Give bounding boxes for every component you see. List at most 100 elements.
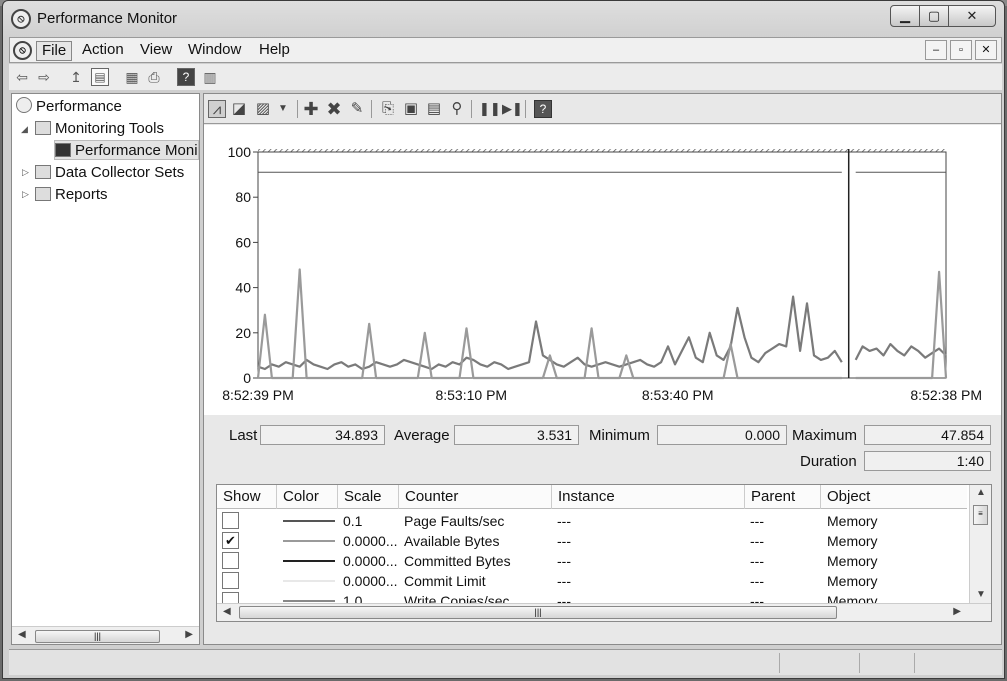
status-bar bbox=[9, 649, 1002, 675]
view-current-activity-icon[interactable]: ◪ bbox=[230, 100, 248, 118]
show-checkbox[interactable]: ✔ bbox=[222, 532, 239, 549]
performance-monitor-app-icon[interactable]: ⦸ bbox=[11, 9, 31, 29]
average-value: 3.531 bbox=[454, 425, 579, 445]
performance-icon bbox=[16, 97, 32, 113]
add-counter-icon[interactable]: ✚ bbox=[302, 100, 320, 118]
show-checkbox[interactable] bbox=[222, 552, 239, 569]
minimize-button[interactable]: ▁ bbox=[890, 5, 920, 27]
column-parent[interactable]: Parent bbox=[745, 485, 821, 509]
folder-icon bbox=[35, 121, 51, 135]
update-data-icon[interactable]: ▶❚ bbox=[502, 100, 523, 118]
counter-row[interactable]: 0.0000... Committed Bytes --- --- Memory bbox=[217, 551, 967, 571]
counter-list-vertical-scrollbar[interactable]: ▲ ≡ ▼ bbox=[969, 485, 991, 603]
show-checkbox[interactable] bbox=[222, 572, 239, 589]
tree-horizontal-scrollbar[interactable]: ◀ ||| ▶ bbox=[12, 626, 199, 644]
column-object[interactable]: Object bbox=[821, 485, 967, 509]
column-counter[interactable]: Counter bbox=[399, 485, 552, 509]
tree-item-performance-monitor[interactable]: Performance Moni bbox=[54, 140, 199, 160]
view-graph-icon[interactable]: ⩘ bbox=[208, 100, 226, 118]
counter-row[interactable]: 0.1 Page Faults/sec --- --- Memory bbox=[217, 511, 967, 531]
expand-arrow-icon[interactable]: ▷ bbox=[22, 167, 32, 178]
child-restore-button[interactable]: ▫ bbox=[950, 40, 972, 60]
scale-cell: 0.0000... bbox=[343, 533, 398, 549]
column-scale[interactable]: Scale bbox=[338, 485, 399, 509]
help-icon[interactable]: ? bbox=[534, 100, 552, 118]
change-graph-type-icon[interactable]: ▨ bbox=[254, 100, 272, 118]
menu-view[interactable]: View bbox=[135, 41, 177, 61]
graph-toolbar: ⩘ ◪ ▨ ▼ ✚ ✖ ✎ ⎘ ▣ ▤ ⚲ ❚❚ ▶❚ ? bbox=[204, 94, 1001, 124]
counter-row[interactable]: ✔ 0.0000... Available Bytes --- --- Memo… bbox=[217, 531, 967, 551]
freeze-display-icon[interactable]: ❚❚ bbox=[479, 100, 501, 118]
scroll-right-icon[interactable]: ▶ bbox=[953, 606, 961, 617]
main-toolbar: ⇦ ⇨ ↥ ▤ ▦ ⎙ ? ▥ bbox=[9, 64, 1002, 90]
properties-icon[interactable]: ▤ bbox=[425, 100, 443, 118]
counter-cell: Page Faults/sec bbox=[404, 513, 505, 529]
line-chart: 100 80 60 40 20 08:52:39 PM 8:53:10 PM 8:53:40 … bbox=[222, 144, 982, 403]
counter-list-header: Show Color Scale Counter Instance Parent… bbox=[217, 485, 967, 509]
scroll-thumb[interactable]: ≡ bbox=[973, 505, 988, 525]
collapse-arrow-icon[interactable]: ◢ bbox=[21, 124, 31, 135]
dropdown-icon[interactable]: ▼ bbox=[274, 100, 292, 118]
scroll-up-icon[interactable]: ▲ bbox=[976, 487, 986, 498]
scroll-left-icon[interactable]: ◀ bbox=[18, 629, 26, 640]
color-swatch bbox=[283, 520, 335, 522]
up-icon[interactable]: ↥ bbox=[67, 68, 85, 86]
print-icon[interactable]: ⎙ bbox=[145, 68, 163, 86]
menu-help[interactable]: Help bbox=[254, 41, 295, 61]
expand-arrow-icon[interactable]: ▷ bbox=[22, 189, 32, 200]
show-checkbox[interactable] bbox=[222, 592, 239, 603]
counter-row[interactable]: 0.0000... Commit Limit --- --- Memory bbox=[217, 571, 967, 591]
child-window-icon[interactable]: ⦸ bbox=[13, 41, 32, 60]
scroll-left-icon[interactable]: ◀ bbox=[223, 606, 231, 617]
toolbar-separator bbox=[525, 100, 526, 118]
forward-icon[interactable]: ⇨ bbox=[35, 68, 53, 86]
tree-item-performance[interactable]: Performance bbox=[16, 97, 122, 117]
tree-item-reports[interactable]: Reports bbox=[35, 185, 108, 205]
window-title: Performance Monitor bbox=[37, 10, 178, 27]
y-tick-label: 100 bbox=[228, 144, 252, 160]
zoom-icon[interactable]: ⚲ bbox=[448, 100, 466, 118]
y-tick-label: 60 bbox=[235, 234, 251, 250]
show-action-pane-icon[interactable]: ▥ bbox=[201, 68, 219, 86]
close-button[interactable]: ✕ bbox=[948, 5, 996, 27]
parent-cell: --- bbox=[750, 593, 764, 603]
paste-counter-list-icon[interactable]: ▣ bbox=[402, 100, 420, 118]
menu-window[interactable]: Window bbox=[183, 41, 246, 61]
show-hide-tree-icon[interactable]: ▤ bbox=[91, 68, 109, 86]
instance-cell: --- bbox=[557, 593, 571, 603]
maximum-label: Maximum bbox=[792, 427, 858, 444]
show-checkbox[interactable] bbox=[222, 512, 239, 529]
column-show[interactable]: Show bbox=[217, 485, 277, 509]
average-label: Average bbox=[394, 427, 450, 444]
child-close-button[interactable]: ✕ bbox=[975, 40, 997, 60]
tree-item-monitoring-tools[interactable]: Monitoring Tools bbox=[35, 119, 164, 139]
object-cell: Memory bbox=[827, 533, 878, 549]
properties-icon[interactable]: ▦ bbox=[123, 68, 141, 86]
scroll-thumb[interactable]: ||| bbox=[239, 606, 837, 619]
performance-monitor-window: ⦸ Performance Monitor ▁ ▢ ✕ ⦸ File Actio… bbox=[2, 0, 1005, 679]
object-cell: Memory bbox=[827, 593, 878, 603]
color-swatch bbox=[283, 540, 335, 542]
column-instance[interactable]: Instance bbox=[552, 485, 745, 509]
delete-counter-icon[interactable]: ✖ bbox=[325, 100, 343, 118]
back-icon[interactable]: ⇦ bbox=[13, 68, 31, 86]
menu-file[interactable]: File bbox=[36, 41, 73, 61]
folder-icon bbox=[35, 165, 51, 179]
scale-cell: 1.0 bbox=[343, 593, 363, 603]
child-minimize-button[interactable]: – bbox=[925, 40, 947, 60]
scroll-thumb[interactable]: ||| bbox=[35, 630, 160, 643]
highlight-icon[interactable]: ✎ bbox=[348, 100, 366, 118]
object-cell: Memory bbox=[827, 513, 878, 529]
counter-list-horizontal-scrollbar[interactable]: ◀ ||| ▶ bbox=[217, 603, 991, 621]
copy-properties-icon[interactable]: ⎘ bbox=[379, 100, 397, 118]
menu-action[interactable]: Action bbox=[77, 41, 129, 61]
title-bar[interactable]: ⦸ Performance Monitor ▁ ▢ ✕ bbox=[3, 1, 1004, 37]
scroll-down-icon[interactable]: ▼ bbox=[976, 589, 986, 600]
maximize-button[interactable]: ▢ bbox=[919, 5, 949, 27]
help-icon[interactable]: ? bbox=[177, 68, 195, 86]
tree-item-data-collector-sets[interactable]: Data Collector Sets bbox=[35, 163, 184, 183]
column-color[interactable]: Color bbox=[277, 485, 338, 509]
counter-row[interactable]: 1.0 Write Copies/sec --- --- Memory bbox=[217, 591, 967, 603]
scroll-right-icon[interactable]: ▶ bbox=[185, 629, 193, 640]
object-cell: Memory bbox=[827, 573, 878, 589]
